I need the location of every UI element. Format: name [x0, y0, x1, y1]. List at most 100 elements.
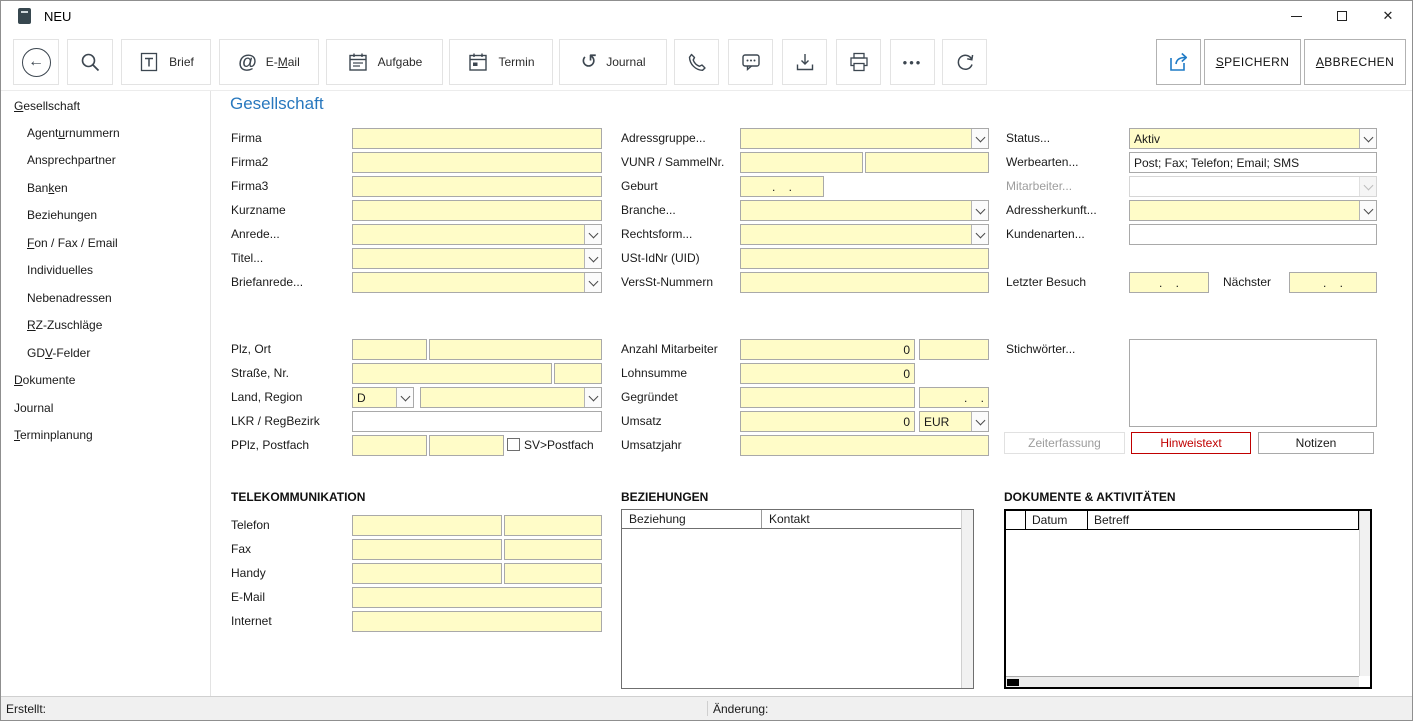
- versst-input[interactable]: [740, 272, 989, 293]
- chevron-down-icon[interactable]: [1359, 201, 1376, 220]
- handy-nummer-input[interactable]: [504, 563, 602, 584]
- journal-button[interactable]: ↺ Journal: [559, 39, 667, 85]
- cancel-button[interactable]: ABBRECHEN: [1304, 39, 1406, 85]
- sidebar-item-ansprechpartner[interactable]: Ansprechpartner: [27, 153, 116, 167]
- brief-button[interactable]: Brief: [121, 39, 211, 85]
- chevron-down-icon[interactable]: [971, 129, 988, 148]
- region-select[interactable]: [420, 387, 602, 408]
- hinweistext-button[interactable]: Hinweistext: [1131, 432, 1251, 454]
- zeiterfassung-button[interactable]: Zeiterfassung: [1004, 432, 1125, 454]
- column-header-icon[interactable]: [1006, 511, 1026, 529]
- sidebar-item-gdv-felder[interactable]: GDV-Felder: [27, 346, 90, 360]
- hausnr-input[interactable]: [554, 363, 602, 384]
- chevron-down-icon[interactable]: [584, 388, 601, 407]
- internet-input[interactable]: [352, 611, 602, 632]
- beziehungen-table-body[interactable]: [622, 529, 961, 688]
- ort-input[interactable]: [429, 339, 602, 360]
- chevron-down-icon[interactable]: [396, 388, 413, 407]
- kundenarten-input[interactable]: [1129, 224, 1377, 245]
- chevron-down-icon[interactable]: [1359, 129, 1376, 148]
- anzahl-mitarbeiter-input[interactable]: 0: [740, 339, 915, 360]
- ustid-input[interactable]: [740, 248, 989, 269]
- sidebar-item-nebenadressen[interactable]: Nebenadressen: [27, 291, 112, 305]
- email-button[interactable]: @ E-Mail: [219, 39, 319, 85]
- sidebar-item-dokumente[interactable]: Dokumente: [14, 373, 75, 387]
- phone-button[interactable]: [674, 39, 719, 85]
- more-button[interactable]: •••: [890, 39, 935, 85]
- termin-button[interactable]: Termin: [449, 39, 553, 85]
- lohnsumme-input[interactable]: 0: [740, 363, 915, 384]
- werbearten-input[interactable]: Post; Fax; Telefon; Email; SMS: [1129, 152, 1377, 173]
- sidebar-item-banken[interactable]: Banken: [27, 181, 68, 195]
- chevron-down-icon[interactable]: [584, 273, 601, 292]
- handy-vorwahl-input[interactable]: [352, 563, 502, 584]
- sidebar-item-beziehungen[interactable]: Beziehungen: [27, 208, 97, 222]
- rechtsform-select[interactable]: [740, 224, 989, 245]
- telefon-vorwahl-input[interactable]: [352, 515, 502, 536]
- column-header-beziehung[interactable]: Beziehung: [622, 510, 762, 528]
- sidebar-item-agenturnummern[interactable]: Agenturnummern: [27, 126, 120, 140]
- sidebar-item-individuelles[interactable]: Individuelles: [27, 263, 93, 277]
- anzahl-mitarbeiter-extra-input[interactable]: [919, 339, 989, 360]
- stichwoerter-textarea[interactable]: [1129, 339, 1377, 427]
- kurzname-input[interactable]: [352, 200, 602, 221]
- umsatz-input[interactable]: 0: [740, 411, 915, 432]
- vunr-input[interactable]: [740, 152, 863, 173]
- titel-select[interactable]: [352, 248, 602, 269]
- umsatzjahr-input[interactable]: [740, 435, 989, 456]
- fax-nummer-input[interactable]: [504, 539, 602, 560]
- dokumente-table-body[interactable]: [1006, 530, 1359, 676]
- aufgabe-button[interactable]: Aufgabe: [326, 39, 443, 85]
- email-input[interactable]: [352, 587, 602, 608]
- firma-input[interactable]: [352, 128, 602, 149]
- column-header-kontakt[interactable]: Kontakt: [762, 510, 961, 528]
- sidebar-item-terminplanung[interactable]: Terminplanung: [14, 428, 93, 442]
- fax-vorwahl-input[interactable]: [352, 539, 502, 560]
- save-button[interactable]: SPEICHERN: [1204, 39, 1301, 85]
- close-button[interactable]: ✕: [1365, 1, 1411, 31]
- dokumente-vertical-scrollbar[interactable]: [1359, 511, 1370, 676]
- sidebar-item-journal[interactable]: Journal: [14, 401, 53, 415]
- land-select[interactable]: D: [352, 387, 414, 408]
- gegruendet-datum-input[interactable]: . .: [919, 387, 989, 408]
- chevron-down-icon[interactable]: [971, 225, 988, 244]
- adressherkunft-select[interactable]: [1129, 200, 1377, 221]
- back-button[interactable]: ←: [13, 39, 59, 85]
- pplz-input[interactable]: [352, 435, 427, 456]
- waehrung-select[interactable]: EUR: [919, 411, 989, 432]
- minimize-button[interactable]: [1273, 1, 1319, 31]
- dokumente-table[interactable]: Datum Betreff: [1004, 509, 1372, 689]
- refresh-button[interactable]: [942, 39, 987, 85]
- status-select[interactable]: Aktiv: [1129, 128, 1377, 149]
- postfach-input[interactable]: [429, 435, 504, 456]
- letzter-besuch-input[interactable]: . .: [1129, 272, 1209, 293]
- column-header-betreff[interactable]: Betreff: [1088, 511, 1359, 529]
- sidebar-item-gesellschaft[interactable]: Gesellschaft: [14, 99, 80, 113]
- plz-input[interactable]: [352, 339, 427, 360]
- geburt-input[interactable]: . .: [740, 176, 824, 197]
- dokumente-scrollbar-thumb[interactable]: [1007, 679, 1019, 686]
- dokumente-horizontal-scrollbar[interactable]: [1006, 676, 1359, 687]
- print-button[interactable]: [836, 39, 881, 85]
- column-header-datum[interactable]: Datum: [1026, 511, 1088, 529]
- branche-select[interactable]: [740, 200, 989, 221]
- chat-button[interactable]: [728, 39, 773, 85]
- chevron-down-icon[interactable]: [971, 201, 988, 220]
- sidebar-item-fon-fax-email[interactable]: Fon / Fax / Email: [27, 236, 118, 250]
- strasse-input[interactable]: [352, 363, 552, 384]
- naechster-besuch-input[interactable]: . .: [1289, 272, 1377, 293]
- notizen-button[interactable]: Notizen: [1258, 432, 1374, 454]
- telefon-nummer-input[interactable]: [504, 515, 602, 536]
- chevron-down-icon[interactable]: [584, 225, 601, 244]
- adressgruppe-select[interactable]: [740, 128, 989, 149]
- beziehungen-vertical-scrollbar[interactable]: [961, 510, 973, 688]
- search-button[interactable]: [67, 39, 113, 85]
- chevron-down-icon[interactable]: [584, 249, 601, 268]
- firma3-input[interactable]: [352, 176, 602, 197]
- maximize-button[interactable]: [1319, 1, 1365, 31]
- beziehungen-table[interactable]: Beziehung Kontakt: [621, 509, 974, 689]
- lkr-input[interactable]: [352, 411, 602, 432]
- chevron-down-icon[interactable]: [971, 412, 988, 431]
- sv-postfach-checkbox[interactable]: [507, 438, 520, 451]
- import-button[interactable]: [782, 39, 827, 85]
